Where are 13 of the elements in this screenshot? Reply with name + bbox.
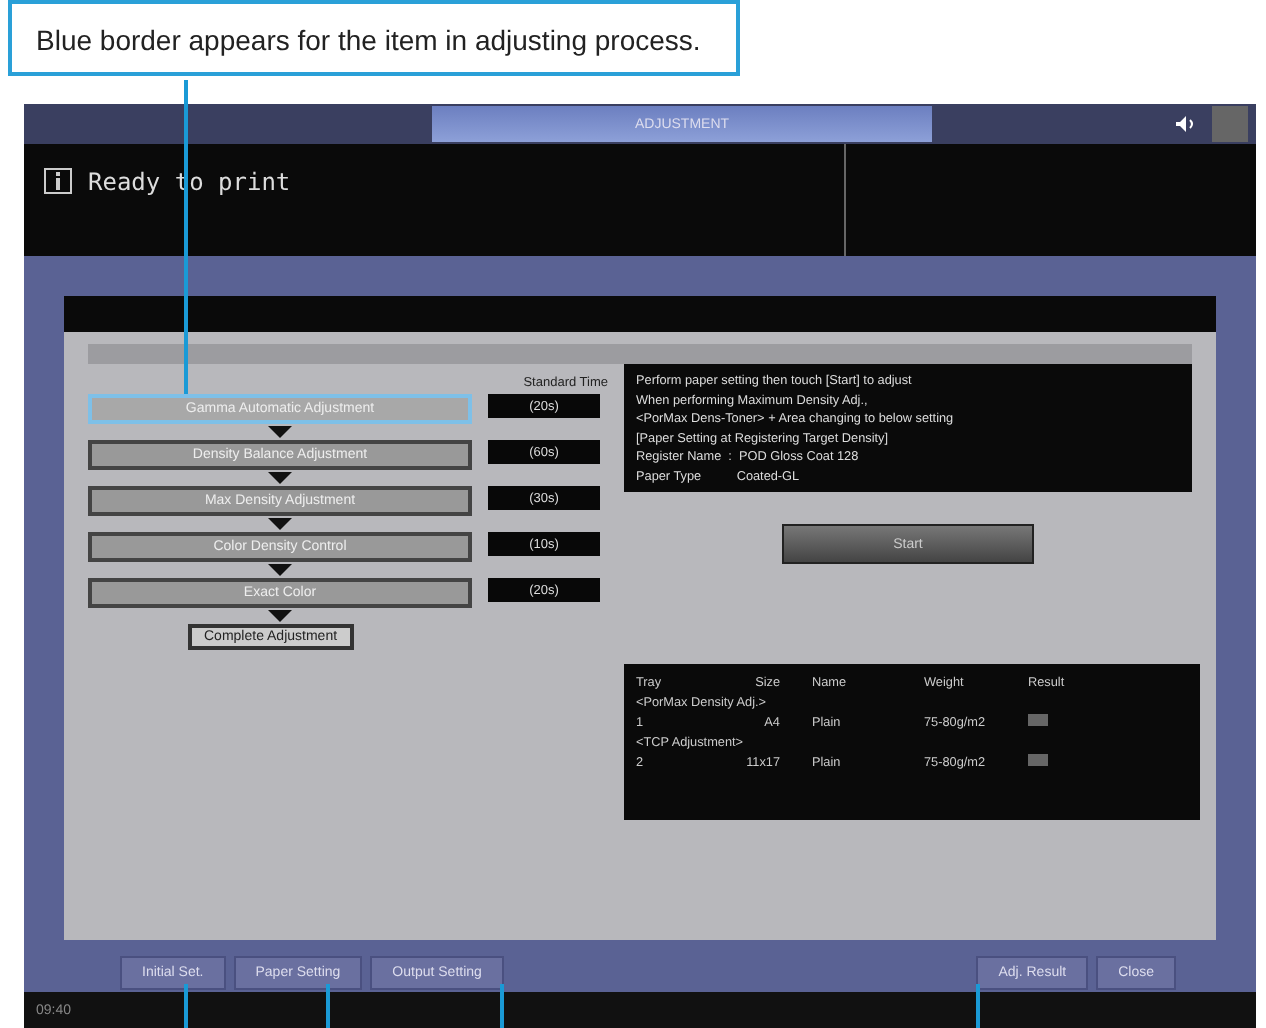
down-arrow-icon: [268, 610, 292, 622]
info-icon: [44, 168, 72, 194]
down-arrow-icon: [268, 564, 292, 576]
leader-line: [500, 984, 504, 1028]
result-icon: [1028, 754, 1048, 766]
result-icon: [1028, 714, 1048, 726]
callout-note: Blue border appears for the item in adjusting process.: [8, 0, 741, 76]
down-arrow-icon: [268, 472, 292, 484]
down-arrow-icon: [268, 426, 292, 438]
leader-line: [184, 984, 188, 1028]
down-arrow-icon: [268, 518, 292, 530]
leader-line: [326, 984, 330, 1028]
leader-line: [976, 984, 980, 1028]
